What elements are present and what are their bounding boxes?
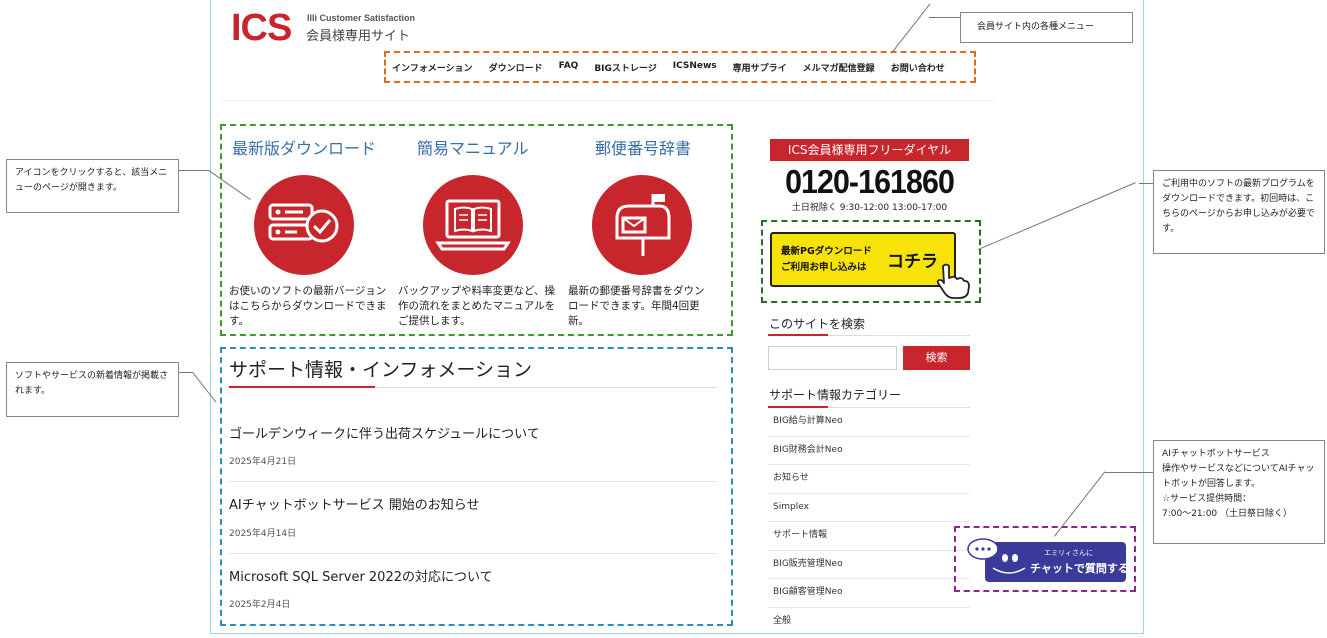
callout-pg: ご利用中のソフトの最新プログラムをダウンロードできます。初回時は、こちらのページ… [1153,170,1325,254]
annotation-frame-menu [384,51,976,83]
freedial-number[interactable]: 0120-161860 [778,162,961,202]
category-item[interactable]: BIG販売管理Neo [768,551,970,579]
logo[interactable]: ICS [231,8,292,48]
callout-ai: AIチャットボットサービス 操作やサービスなどについてAIチャットボットが回答し… [1153,440,1325,544]
callout-ai-line: 操作やサービスなどについてAIチャットボットが回答します。 [1162,464,1315,489]
annotation-frame-pg [761,220,981,303]
search-input[interactable] [768,346,897,370]
annotation-frame-icons [220,124,733,336]
connector-line [1105,472,1153,473]
category-item[interactable]: お知らせ [768,465,970,494]
callout-ai-line: 7:00～21:00 （土日祭日除く） [1162,509,1293,519]
category-item[interactable]: BIG財務会計Neo [768,437,970,465]
search-heading: このサイトを検索 [769,317,866,331]
site-name: 会員様専用サイト [306,29,411,44]
freedial-hours: 土日祝除く 9:30-12:00 13:00-17:00 [791,203,948,213]
category-item[interactable]: BIG顧客管理Neo [768,579,970,608]
callout-news: ソフトやサービスの新着情報が掲載されます。 [6,362,179,417]
callout-icons: アイコンをクリックすると、該当メニューのページが開きます。 [6,159,179,213]
category-item[interactable]: 全般 [768,608,970,637]
annotation-frame-news [220,347,733,626]
connector-line [1139,183,1153,184]
category-item[interactable]: BIG給与計算Neo [768,408,970,437]
header-divider [222,100,994,101]
logo-subtitle: Illi Customer Satisfaction [307,13,416,23]
category-item[interactable]: Simplex [768,494,970,522]
search-button[interactable]: 検索 [903,346,970,370]
search-heading-accent [768,334,828,336]
freedial-header: ICS会員様専用フリーダイヤル [770,139,969,161]
callout-ai-line: ☆サービス提供時間： [1162,494,1252,504]
category-heading: サポート情報カテゴリー [769,388,902,402]
category-item[interactable]: サポート情報 [768,522,970,551]
annotation-frame-chatbot [954,526,1136,592]
callout-menu: 会員サイト内の各種メニュー [960,12,1133,43]
callout-ai-line: AIチャットボットサービス [1162,449,1270,459]
connector-line [929,17,961,18]
connector-line [179,170,209,171]
